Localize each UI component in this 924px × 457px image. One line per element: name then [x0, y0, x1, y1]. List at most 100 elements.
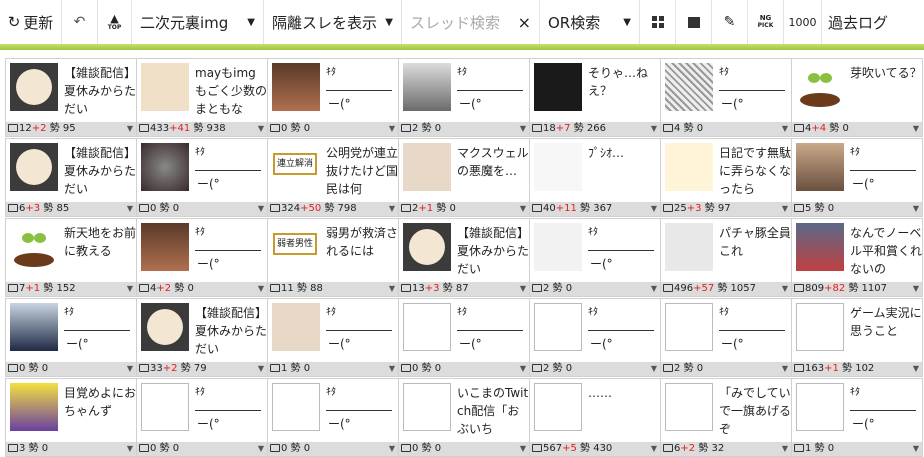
thread-card[interactable]: mayもimgもごく少数のまともな 433+41 勢 938 ▼	[136, 58, 268, 137]
thread-thumbnail[interactable]	[10, 223, 58, 271]
thread-card[interactable]: ｷﾀ ー(° 5 勢 0 ▼	[791, 138, 923, 217]
thread-title[interactable]: ｷﾀ ー(°	[195, 144, 267, 198]
thread-thumbnail[interactable]	[403, 143, 451, 191]
menu-caret-icon[interactable]: ▼	[913, 122, 919, 136]
thread-thumbnail[interactable]	[534, 223, 582, 271]
thread-thumbnail[interactable]	[796, 63, 844, 111]
thread-title[interactable]: ｷﾀ ー(°	[195, 384, 267, 438]
catalog-view-button[interactable]	[676, 0, 712, 44]
thread-card[interactable]: 連立解消 公明党が連立抜けたけど国民は何 324+50 勢 798 ▼	[267, 138, 399, 217]
thread-title[interactable]: ゲーム実況に思うこと	[850, 304, 922, 358]
thread-title[interactable]: ﾌﾟｼｵ…	[588, 144, 660, 198]
menu-caret-icon[interactable]: ▼	[258, 122, 264, 136]
menu-caret-icon[interactable]: ▼	[127, 202, 133, 216]
thread-title[interactable]: ｷﾀ ー(°	[326, 384, 398, 438]
thread-thumbnail[interactable]	[272, 63, 320, 111]
broken-image-thumbnail[interactable]	[272, 383, 320, 431]
thread-title[interactable]: 芽吹いてる？	[850, 64, 922, 118]
thread-title[interactable]: mayもimgもごく少数のまともな	[195, 64, 267, 118]
clear-search-button[interactable]: ×	[518, 13, 531, 32]
menu-caret-icon[interactable]: ▼	[913, 282, 919, 296]
thread-thumbnail[interactable]	[796, 223, 844, 271]
thread-card[interactable]: 芽吹いてる？ 4+4 勢 0 ▼	[791, 58, 923, 137]
thread-title[interactable]: 【雑談配信】夏休みからただい	[195, 304, 267, 358]
thread-card[interactable]: ｷﾀ ー(° 2 勢 0 ▼	[529, 218, 661, 297]
past-log-button[interactable]: 過去ログ	[822, 0, 894, 44]
menu-caret-icon[interactable]: ▼	[389, 362, 395, 376]
ng-pick-button[interactable]: NG PICK	[748, 0, 784, 44]
count-button[interactable]: 1000	[784, 0, 822, 44]
thread-title[interactable]: パチャ豚全員これ	[719, 224, 791, 278]
menu-caret-icon[interactable]: ▼	[258, 282, 264, 296]
thread-title[interactable]: マクスウェルの悪魔を…	[457, 144, 529, 198]
broken-image-thumbnail[interactable]	[534, 383, 582, 431]
thread-card[interactable]: 新天地をお前に教える 7+1 勢 152 ▼	[5, 218, 137, 297]
thread-card[interactable]: ﾌﾟｼｵ… 40+11 勢 367 ▼	[529, 138, 661, 217]
thread-card[interactable]: なんでノーベル平和賞くれないの 809+82 勢 1107 ▼	[791, 218, 923, 297]
refresh-button[interactable]: ↻ 更新	[0, 0, 62, 44]
thread-title[interactable]: ｷﾀ ー(°	[588, 304, 660, 358]
thread-thumbnail[interactable]	[665, 63, 713, 111]
broken-image-thumbnail[interactable]	[141, 383, 189, 431]
thread-card[interactable]: ｷﾀ ー(° 0 勢 0 ▼	[136, 138, 268, 217]
broken-image-thumbnail[interactable]	[796, 303, 844, 351]
broken-image-thumbnail[interactable]	[534, 303, 582, 351]
thread-title[interactable]: ｷﾀ ー(°	[719, 64, 791, 118]
thread-card[interactable]: 【雑談配信】夏休みからただい 6+3 勢 85 ▼	[5, 138, 137, 217]
thread-thumbnail[interactable]	[403, 223, 451, 271]
broken-image-thumbnail[interactable]	[665, 383, 713, 431]
thread-card[interactable]: 目覚めよにおちゃんず 3 勢 0 ▼	[5, 378, 137, 457]
menu-caret-icon[interactable]: ▼	[258, 362, 264, 376]
thread-card[interactable]: …… 567+5 勢 430 ▼	[529, 378, 661, 457]
edit-button[interactable]: ✎	[712, 0, 748, 44]
thread-card[interactable]: 【雑談配信】夏休みからただい 13+3 勢 87 ▼	[398, 218, 530, 297]
thread-title[interactable]: そりゃ…ねえ？	[588, 64, 660, 118]
menu-caret-icon[interactable]: ▼	[520, 202, 526, 216]
thread-title[interactable]: 弱男が救済されるには	[326, 224, 398, 278]
thread-title[interactable]: 【雑談配信】夏休みからただい	[64, 144, 136, 198]
thread-thumbnail[interactable]	[403, 63, 451, 111]
thread-title[interactable]: ｷﾀ ー(°	[326, 64, 398, 118]
menu-caret-icon[interactable]: ▼	[127, 282, 133, 296]
thread-title[interactable]: 目覚めよにおちゃんず	[64, 384, 136, 438]
grid-view-button[interactable]	[640, 0, 676, 44]
broken-image-thumbnail[interactable]	[665, 303, 713, 351]
or-search-select[interactable]: OR検索 ▼	[540, 0, 640, 44]
thread-thumbnail[interactable]	[796, 143, 844, 191]
menu-caret-icon[interactable]: ▼	[258, 202, 264, 216]
search-input[interactable]: スレッド検索	[410, 12, 500, 33]
thread-thumbnail[interactable]	[10, 143, 58, 191]
thread-title[interactable]: 【雑談配信】夏休みからただい	[457, 224, 529, 278]
thread-thumbnail[interactable]	[10, 303, 58, 351]
thread-card[interactable]: 【雑談配信】夏休みからただい 12+2 勢 95 ▼	[5, 58, 137, 137]
thread-title[interactable]: ｷﾀ ー(°	[326, 304, 398, 358]
thread-thumbnail[interactable]	[665, 143, 713, 191]
menu-caret-icon[interactable]: ▼	[782, 362, 788, 376]
thread-title[interactable]: いこまのTwitch配信「おぶいち	[457, 384, 529, 438]
thread-card[interactable]: マクスウェルの悪魔を… 2+1 勢 0 ▼	[398, 138, 530, 217]
thread-thumbnail[interactable]	[665, 223, 713, 271]
thread-thumbnail[interactable]	[534, 63, 582, 111]
menu-caret-icon[interactable]: ▼	[389, 202, 395, 216]
thread-title[interactable]: 新天地をお前に教える	[64, 224, 136, 278]
isolated-toggle[interactable]: 隔離スレを表示 ▼	[264, 0, 402, 44]
thread-card[interactable]: ｷﾀ ー(° 1 勢 0 ▼	[267, 298, 399, 377]
thread-title[interactable]: 「みでしていで一旗あげるぞ	[719, 384, 791, 438]
thread-card[interactable]: ｷﾀ ー(° 4 勢 0 ▼	[660, 58, 792, 137]
menu-caret-icon[interactable]: ▼	[651, 202, 657, 216]
thread-title[interactable]: 公明党が連立抜けたけど国民は何	[326, 144, 398, 198]
thread-card[interactable]: ｷﾀ ー(° 2 勢 0 ▼	[398, 58, 530, 137]
thread-card[interactable]: ｷﾀ ー(° 2 勢 0 ▼	[660, 298, 792, 377]
thread-card[interactable]: ｷﾀ ー(° 4+2 勢 0 ▼	[136, 218, 268, 297]
menu-caret-icon[interactable]: ▼	[389, 122, 395, 136]
board-select[interactable]: 二次元裏img ▼	[132, 0, 264, 44]
menu-caret-icon[interactable]: ▼	[913, 202, 919, 216]
thread-card[interactable]: ｷﾀ ー(° 0 勢 0 ▼	[5, 298, 137, 377]
thread-title[interactable]: 【雑談配信】夏休みからただい	[64, 64, 136, 118]
thread-thumbnail[interactable]	[141, 303, 189, 351]
menu-caret-icon[interactable]: ▼	[520, 362, 526, 376]
thread-title[interactable]: 日記です無駄に弄らなくなったら	[719, 144, 791, 198]
thread-card[interactable]: 【雑談配信】夏休みからただい 33+2 勢 79 ▼	[136, 298, 268, 377]
menu-caret-icon[interactable]: ▼	[913, 362, 919, 376]
thread-thumbnail[interactable]	[10, 383, 58, 431]
